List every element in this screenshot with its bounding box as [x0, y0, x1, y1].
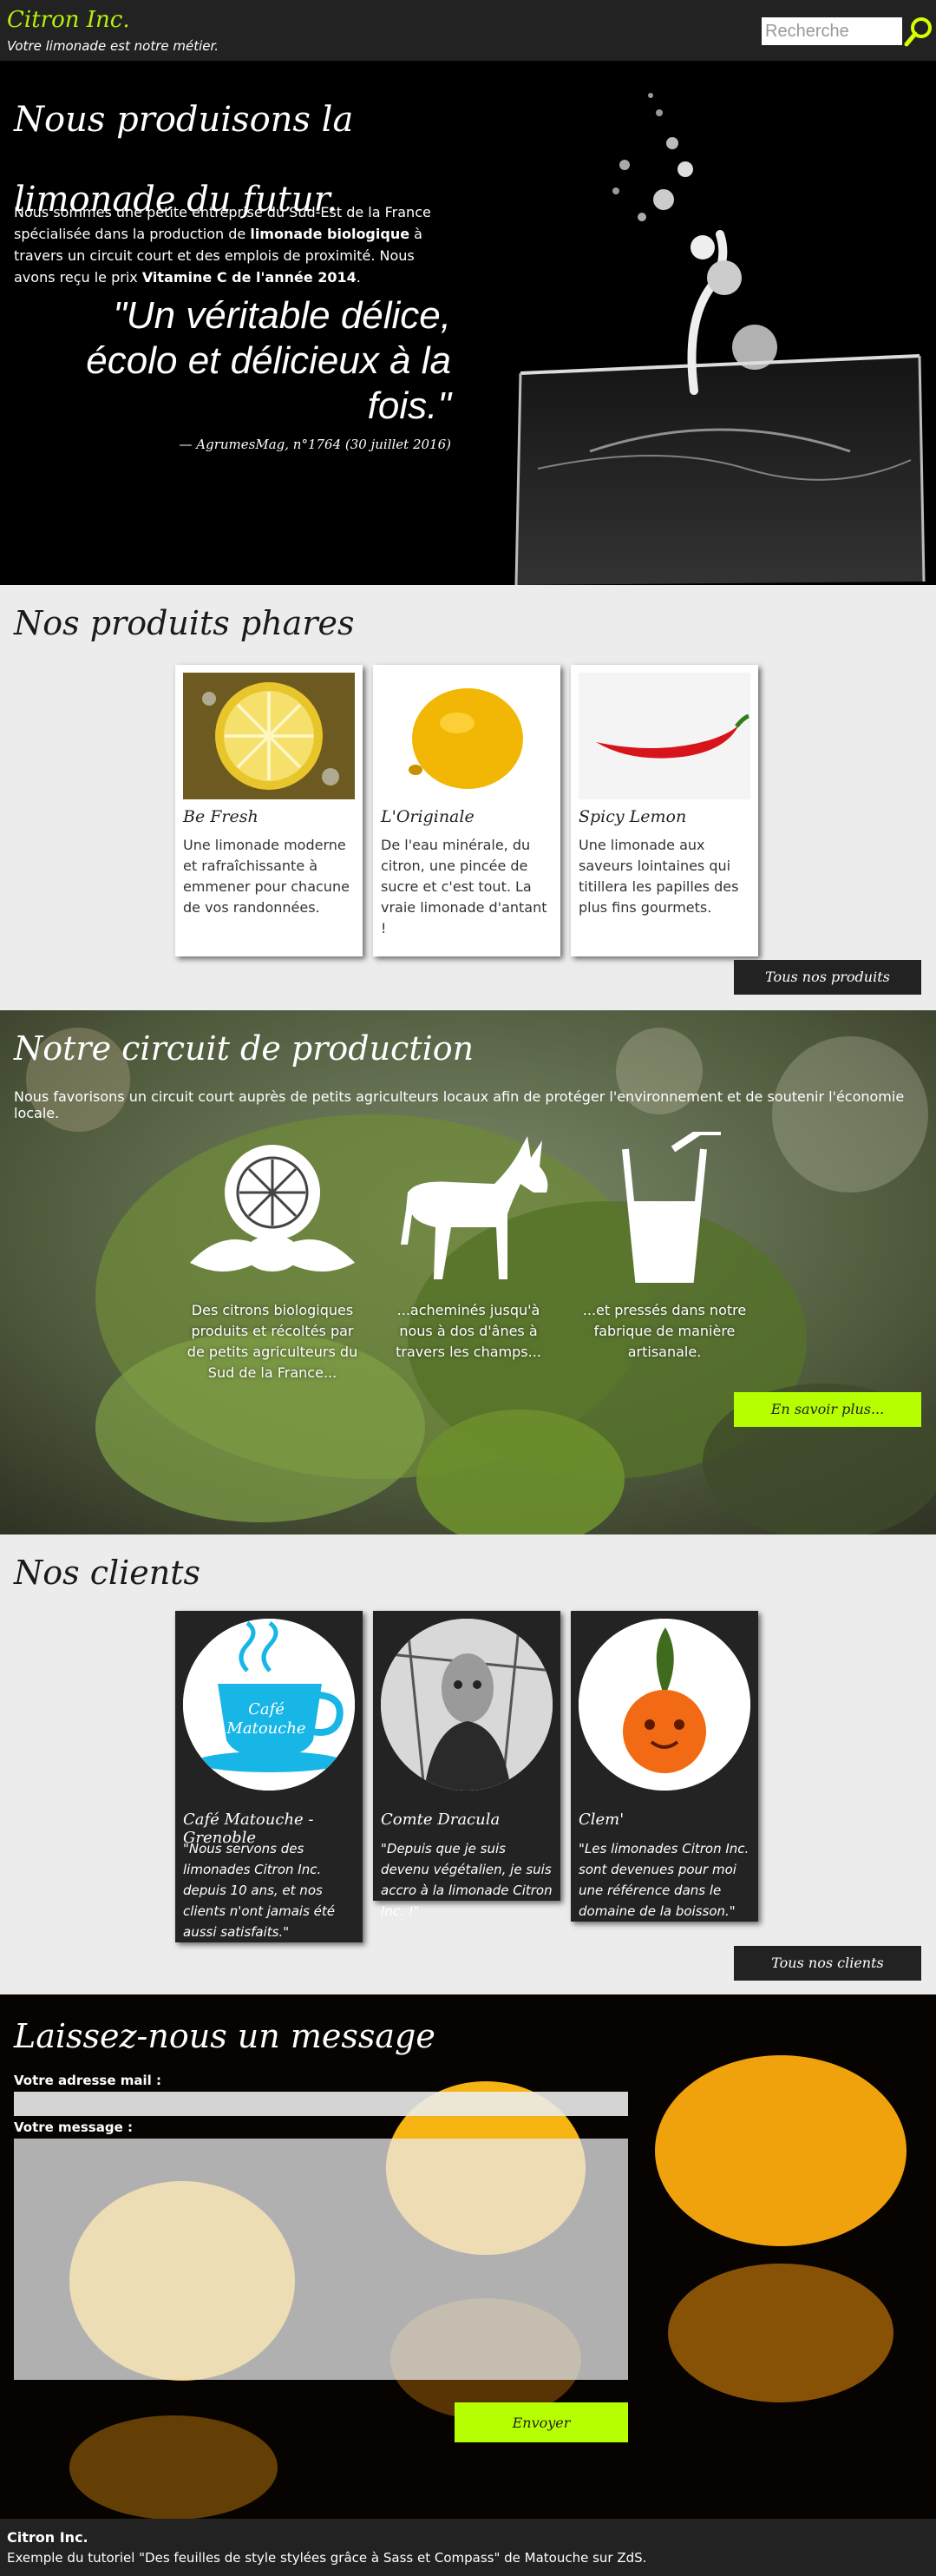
client-name: Clem': [579, 1810, 625, 1829]
production-title: Notre circuit de production: [14, 1029, 475, 1068]
footer-credit: Exemple du tutoriel "Des feuilles de sty…: [7, 2550, 647, 2566]
client-card-cafe-matouche[interactable]: Café Matouche Café Matouche - Grenoble "…: [175, 1611, 363, 1942]
product-card-spicy-lemon[interactable]: Spicy Lemon Une limonade aux saveurs loi…: [571, 665, 758, 956]
svg-text:Matouche: Matouche: [226, 1719, 305, 1738]
message-field[interactable]: [14, 2139, 628, 2380]
all-clients-button[interactable]: Tous nos clients: [734, 1946, 921, 1981]
search-icon[interactable]: [904, 16, 933, 47]
product-card-originale[interactable]: L'Originale De l'eau minérale, du citron…: [373, 665, 560, 956]
product-name: Be Fresh: [183, 807, 259, 826]
client-card-clem[interactable]: Clem' "Les limonades Citron Inc. sont de…: [571, 1611, 758, 1922]
production-intro: Nous favorisons un circuit court auprès …: [14, 1088, 905, 1121]
client-quote: "Les limonades Citron Inc. sont devenues…: [579, 1841, 749, 1919]
production-section: Notre circuit de production Nous favoris…: [0, 1010, 936, 1534]
message-label: Votre message :: [14, 2119, 133, 2135]
footer-company: Citron Inc.: [7, 2529, 88, 2546]
client-name: Comte Dracula: [381, 1810, 501, 1829]
hero-quote: "Un véritable délice, écolo et délicieux…: [86, 294, 451, 427]
contact-section: Laissez-nous un message Votre adresse ma…: [0, 1994, 936, 2519]
email-label: Votre adresse mail :: [14, 2073, 161, 2088]
red-chili-image: [579, 673, 750, 799]
client-quote: "Nous servons des limonades Citron Inc. …: [183, 1841, 335, 1940]
donkey-icon: [401, 1136, 548, 1279]
production-step-text: Des citrons biologiques produits et réco…: [187, 1302, 358, 1381]
clients-title: Nos clients: [14, 1554, 201, 1592]
clients-section: Nos clients Café Matouche Café Matouche …: [0, 1534, 936, 1994]
svg-text:Café: Café: [248, 1700, 285, 1718]
hero-text: Nous sommes une petite entreprise du Sud…: [14, 204, 431, 286]
clementine-character-image: [579, 1619, 750, 1791]
client-card-comte-dracula[interactable]: Comte Dracula "Depuis que je suis devenu…: [373, 1611, 560, 1919]
product-name: Spicy Lemon: [579, 807, 687, 826]
production-step-text: ...et pressés dans notre fabrique de man…: [582, 1302, 747, 1360]
product-description: Une limonade aux saveurs lointaines qui …: [579, 837, 739, 916]
product-description: Une limonade moderne et rafraîchissante …: [183, 837, 350, 916]
all-products-button[interactable]: Tous nos produits: [734, 960, 921, 995]
site-tagline: Votre limonade est notre métier.: [7, 38, 219, 54]
send-button[interactable]: Envoyer: [455, 2402, 628, 2442]
glass-icon: [622, 1132, 721, 1283]
site-footer: Citron Inc. Exemple du tutoriel "Des feu…: [0, 2519, 936, 2576]
site-brand[interactable]: Citron Inc.: [7, 7, 130, 33]
whole-lemon-image: [381, 673, 553, 799]
production-step-text: ...acheminés jusqu'à nous à dos d'ânes à…: [396, 1302, 541, 1360]
water-splash-glass-image: [486, 61, 936, 585]
client-quote: "Depuis que je suis devenu végétalien, j…: [381, 1841, 553, 1919]
product-description: De l'eau minérale, du citron, une pincée…: [381, 837, 547, 936]
learn-more-button[interactable]: En savoir plus...: [734, 1392, 921, 1427]
search-input[interactable]: [762, 17, 902, 45]
hero-section: Nous produisons la limonade du futur. No…: [0, 61, 936, 585]
product-card-be-fresh[interactable]: Be Fresh Une limonade moderne et rafraîc…: [175, 665, 363, 956]
hero-quote-citation: — AgrumesMag, n°1764 (30 juillet 2016): [179, 437, 451, 452]
products-section: Nos produits phares Be Fresh Une limonad…: [0, 585, 936, 1010]
count-dracula-portrait: [381, 1619, 553, 1791]
lemon-icon: [189, 1145, 356, 1272]
products-title: Nos produits phares: [14, 604, 355, 642]
site-header: Citron Inc. Votre limonade est notre mét…: [0, 0, 936, 61]
product-name: L'Originale: [381, 807, 475, 826]
contact-title: Laissez-nous un message: [14, 2017, 435, 2055]
email-field[interactable]: [14, 2092, 628, 2116]
lemon-slice-image: [183, 673, 355, 799]
cafe-matouche-logo: Café Matouche: [183, 1619, 355, 1791]
